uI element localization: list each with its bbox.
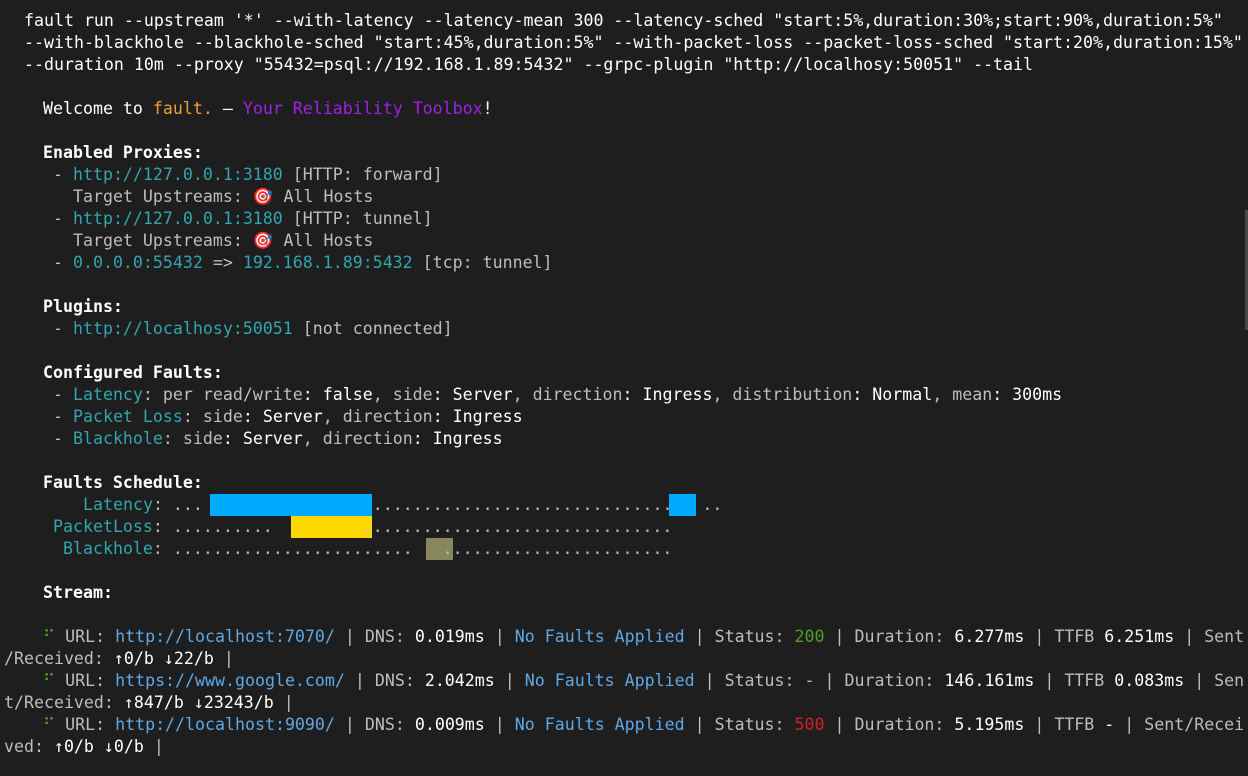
spinner-icon: ⠋ <box>43 627 56 646</box>
fault-name: Packet Loss <box>72 407 183 426</box>
plugin-item: - http://localhosy:50051 [not connected] <box>53 319 453 338</box>
proxy-mode: [HTTP: forward] <box>282 165 443 184</box>
tcp-proxy-item: - 0.0.0.0:55432 => 192.168.1.89:5432 [tc… <box>53 253 553 272</box>
fault-name: Blackhole <box>72 429 163 448</box>
fault-blackhole: - Blackhole: side: Server, direction: In… <box>53 429 503 448</box>
schedule-track: ........................ ...............… <box>162 539 673 558</box>
plugin-address[interactable]: http://localhosy:50051 <box>73 319 293 338</box>
schedule-row-latency: Latency: ... ...........................… <box>83 495 723 514</box>
stream-row-wrap: /Received: ↑0/b ↓22/b | <box>4 649 234 668</box>
stream-url[interactable]: http://localhost:9090/ <box>115 715 335 734</box>
schedule-label: Blackhole <box>63 539 153 558</box>
stream-row: ⠋ URL: http://localhost:7070/ | DNS: 0.0… <box>43 627 1245 646</box>
welcome-prefix: Welcome to <box>43 99 153 118</box>
tcp-mode: [tcp: tunnel] <box>412 253 553 272</box>
welcome-line: Welcome to fault. — Your Reliability Too… <box>43 98 493 120</box>
faults-heading: Configured Faults: <box>43 363 223 382</box>
schedule-track: ... .............................. .. <box>162 495 723 514</box>
fault-name: Latency <box>72 385 143 404</box>
stream-url[interactable]: http://localhost:7070/ <box>115 627 335 646</box>
fault-latency: - Latency: per read/write: false, side: … <box>53 385 1063 404</box>
stream-row: ⠋ URL: http://localhost:9090/ | DNS: 0.0… <box>43 715 1245 734</box>
target-value: All Hosts <box>273 187 374 206</box>
schedule-track: .......... .............................… <box>162 517 673 536</box>
stream-heading: Stream: <box>43 583 113 602</box>
proxy-item: - http://127.0.0.1:3180 [HTTP: tunnel] <box>53 209 433 228</box>
target-icon: 🎯 <box>252 187 274 206</box>
spinner-icon: ⠋ <box>43 671 56 690</box>
stream-row-wrap: ved: ↑0/b ↓0/b | <box>4 737 164 756</box>
stream-url[interactable]: https://www.google.com/ <box>115 671 345 690</box>
plugin-status: [not connected] <box>292 319 453 338</box>
status-code: - <box>804 671 815 690</box>
proxies-heading: Enabled Proxies: <box>43 143 203 162</box>
tcp-from: 0.0.0.0:55432 <box>72 253 203 272</box>
tagline-a: Your Reliability <box>242 99 413 118</box>
brand-name: fault. <box>152 99 213 118</box>
status-code: 200 <box>794 627 825 646</box>
proxy-item: - http://127.0.0.1:3180 [HTTP: forward] <box>53 165 443 184</box>
proxy-address[interactable]: http://127.0.0.1:3180 <box>73 209 283 228</box>
terminal-window[interactable]: fault run --upstream '*' --with-latency … <box>0 0 1248 776</box>
plugins-heading: Plugins: <box>43 297 123 316</box>
proxy-mode: [HTTP: tunnel] <box>282 209 433 228</box>
schedule-heading: Faults Schedule: <box>43 473 203 492</box>
status-code: 500 <box>794 715 825 734</box>
tagline-b: Toolbox <box>412 99 483 118</box>
schedule-label: Latency <box>83 495 153 514</box>
schedule-row-packetloss: PacketLoss: .......... .................… <box>53 517 673 536</box>
tcp-to: 192.168.1.89:5432 <box>242 253 413 272</box>
welcome-suffix: ! <box>482 99 493 118</box>
proxy-target: Target Upstreams: 🎯 All Hosts <box>73 186 373 208</box>
target-label: Target Upstreams: <box>73 187 253 206</box>
command-line-1: fault run --upstream '*' --with-latency … <box>24 11 1223 30</box>
fault-packet-loss: - Packet Loss: side: Server, direction: … <box>53 407 523 426</box>
stream-row-wrap: t/Received: ↑847/b ↓23243/b | <box>4 693 294 712</box>
command-line-3: --duration 10m --proxy "55432=psql://192… <box>24 55 1034 74</box>
target-value: All Hosts <box>273 231 374 250</box>
target-icon: 🎯 <box>252 231 274 250</box>
tcp-arrow: => <box>202 253 243 272</box>
proxy-target: Target Upstreams: 🎯 All Hosts <box>73 230 373 252</box>
proxy-address[interactable]: http://127.0.0.1:3180 <box>73 165 283 184</box>
command-line-2: --with-blackhole --blackhole-sched "star… <box>24 33 1243 52</box>
schedule-row-blackhole: Blackhole: ........................ ....… <box>63 539 673 558</box>
welcome-dash: — <box>212 99 243 118</box>
schedule-label: PacketLoss <box>53 517 153 536</box>
stream-row: ⠋ URL: https://www.google.com/ | DNS: 2.… <box>43 671 1245 690</box>
spinner-icon: ⠋ <box>43 715 56 734</box>
target-label: Target Upstreams: <box>73 231 253 250</box>
